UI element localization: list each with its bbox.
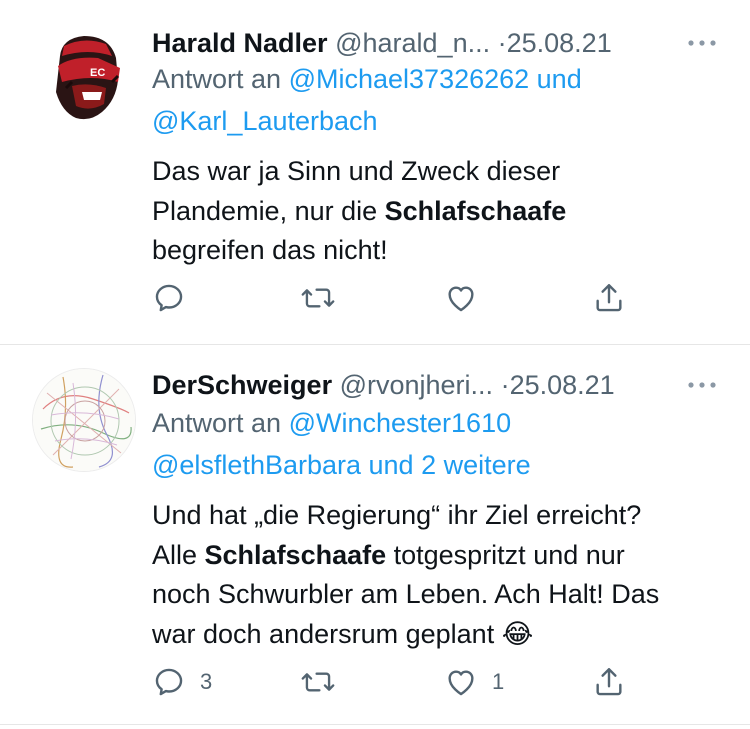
reply-to-link[interactable]: @elsflethBarbara und 2 weitere	[152, 450, 531, 480]
tweet-text-line: begreifen das nicht!	[152, 235, 388, 265]
map-sketch-avatar-icon	[33, 369, 135, 471]
share-button[interactable]	[592, 662, 626, 702]
heart-icon	[448, 286, 474, 312]
like-count: 1	[492, 669, 505, 694]
separator-dot: ·	[497, 28, 507, 58]
reply-icon	[155, 668, 183, 696]
reply-button[interactable]	[152, 278, 200, 318]
display-name[interactable]: DerSchweiger	[152, 370, 332, 400]
bold-word: Schlafschaafe	[204, 539, 387, 570]
more-horizontal-icon	[688, 382, 716, 388]
tweet-actions: 3 1	[152, 662, 642, 702]
reply-button[interactable]: 3	[152, 662, 212, 702]
tweet-header: Harald Nadler @harald_n... ·25.08.21	[152, 26, 732, 60]
reply-to-link[interactable]: @Karl_Lauterbach	[152, 106, 378, 136]
display-name[interactable]: Harald Nadler	[152, 28, 328, 58]
tweet-date[interactable]: 25.08.21	[510, 370, 615, 400]
share-icon	[596, 284, 622, 312]
more-horizontal-icon	[688, 40, 716, 46]
reply-to: Antwort an @Michael37326262 und @Karl_La…	[152, 58, 732, 142]
tweet-text-line: Und hat „die Regierung“ ihr Ziel erreich…	[152, 500, 642, 530]
more-button[interactable]	[684, 26, 720, 60]
tweet-text-line: war doch andersrum geplant	[152, 618, 495, 649]
retweet-button[interactable]	[300, 278, 350, 318]
retweet-icon	[301, 672, 335, 692]
separator-dot: ·	[500, 370, 510, 400]
tweet-text: Das war ja Sinn und Zweck dieser Plandem…	[152, 152, 732, 271]
tweet[interactable]: EC Harald Nadler @harald_n... ·25.08.21 …	[0, 0, 750, 345]
tweet[interactable]: DerSchweiger @rvonjheri... ·25.08.21 Ant…	[0, 346, 750, 725]
user-handle[interactable]: @harald_n...	[335, 28, 490, 58]
tweet-text-line: Plandemie, nur die	[152, 195, 385, 226]
retweet-button[interactable]	[300, 662, 350, 702]
avatar[interactable]	[32, 368, 136, 472]
tweet-actions	[152, 278, 642, 318]
share-icon	[596, 668, 622, 696]
user-handle[interactable]: @rvonjheri...	[340, 370, 493, 400]
reply-count: 3	[200, 669, 213, 694]
like-button[interactable]	[444, 278, 492, 318]
laughing-emoji-icon: 😂	[501, 618, 534, 649]
hockey-mascot-avatar-icon: EC	[32, 26, 136, 130]
more-button[interactable]	[684, 368, 720, 402]
share-button[interactable]	[592, 278, 626, 318]
tweet-date[interactable]: 25.08.21	[507, 28, 612, 58]
reply-to-link[interactable]: @Michael37326262 und	[289, 64, 582, 94]
tweet-text: Und hat „die Regierung“ ihr Ziel erreich…	[152, 496, 732, 654]
reply-to: Antwort an @Winchester1610 @elsflethBarb…	[152, 402, 732, 486]
tweet-text-line: Alle	[152, 539, 205, 570]
reply-to-link[interactable]: @Winchester1610	[289, 408, 512, 438]
reply-prefix: Antwort an	[152, 408, 282, 438]
tweet-header: DerSchweiger @rvonjheri... ·25.08.21	[152, 368, 732, 402]
tweet-text-line: noch Schwurbler am Leben. Ach Halt! Das	[152, 579, 660, 609]
reply-prefix: Antwort an	[152, 64, 282, 94]
heart-icon	[448, 670, 474, 696]
svg-text:EC: EC	[90, 67, 105, 79]
like-button[interactable]: 1	[444, 662, 504, 702]
retweet-icon	[301, 288, 335, 308]
avatar[interactable]: EC	[32, 26, 136, 130]
reply-icon	[155, 284, 183, 312]
bold-word: Schlafschaafe	[384, 195, 567, 226]
tweet-text-line: totgespritzt und nur	[386, 539, 625, 570]
tweet-text-line: Das war ja Sinn und Zweck dieser	[152, 156, 561, 186]
